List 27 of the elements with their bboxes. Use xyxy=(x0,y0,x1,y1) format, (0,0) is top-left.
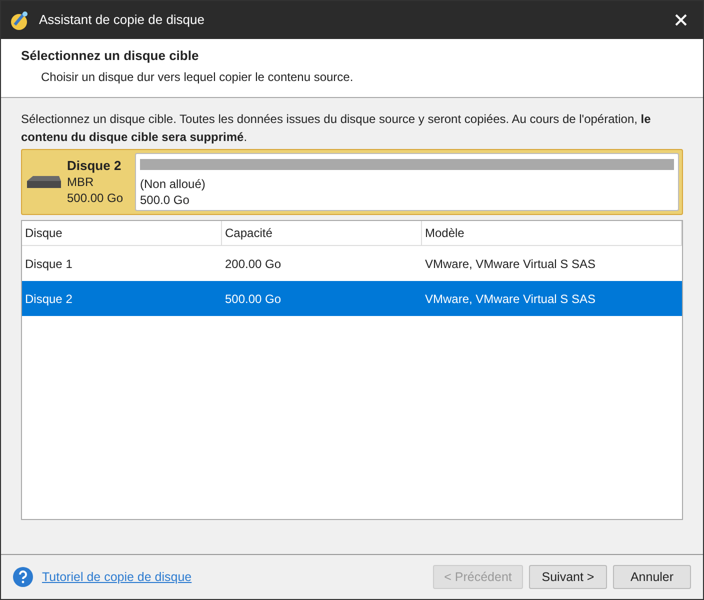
disk-size: 500.00 Go xyxy=(67,190,124,206)
column-header[interactable]: Disque xyxy=(22,221,222,245)
header-subtitle: Choisir un disque dur vers lequel copier le contenu source. xyxy=(40,68,354,86)
table-cell-text: Disque 2 xyxy=(24,290,74,308)
footer-button[interactable]: Annuler xyxy=(613,565,691,589)
close-icon[interactable] xyxy=(675,14,687,26)
drive-icon xyxy=(27,175,61,189)
table-cell-text: VMware, VMware Virtual S SAS xyxy=(424,256,597,272)
instruction-text: Sélectionnez un disque cible. Toutes les données issues du disque source y seront copiées. Au cours de l'opération, le contenu du disque cible sera supprimé. xyxy=(21,111,652,146)
disk-name: Disque 2 xyxy=(67,158,122,174)
partition-label: (Non alloué) xyxy=(140,176,206,192)
header-title: Sélectionnez un disque cible xyxy=(21,47,200,65)
window-title: Assistant de copie de disque xyxy=(39,11,204,30)
disk-type: MBR xyxy=(67,174,95,190)
table-row[interactable]: Disque 2 500.00 Go VMware, VMware Virtual S SAS xyxy=(22,281,682,316)
help-icon xyxy=(13,567,33,587)
table-cell-text: Disque 1 xyxy=(24,256,74,272)
footer-button[interactable]: Suivant > xyxy=(529,565,607,589)
disk-card[interactable]: Disque 2 MBR 500.00 Go (Non alloué) 500.0 Go xyxy=(21,149,683,215)
partition-size: 500.0 Go xyxy=(140,192,190,208)
column-header[interactable]: Capacité xyxy=(222,221,422,245)
table-cell-text: VMware, VMware Virtual S SAS xyxy=(424,290,597,308)
table-cell-text: 200.00 Go xyxy=(224,256,282,272)
tutorial-link[interactable]: Tutoriel de copie de disque xyxy=(42,568,192,586)
table-cell-text: 500.00 Go xyxy=(224,290,282,308)
table-row[interactable]: Disque 1 200.00 Go VMware, VMware Virtual S SAS xyxy=(22,246,682,281)
column-header[interactable]: Modèle xyxy=(422,221,682,245)
